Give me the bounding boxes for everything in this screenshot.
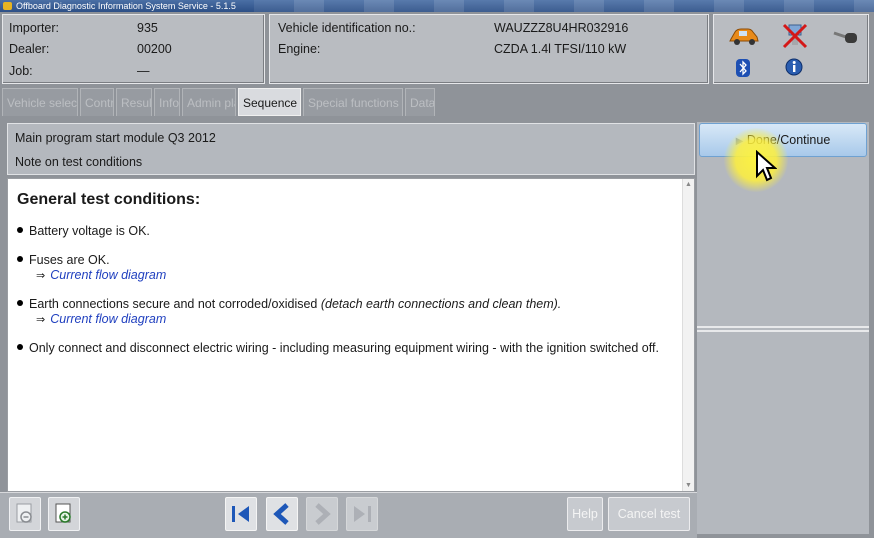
note-title: Note on test conditions [15,155,143,169]
bullet-icon [17,256,23,262]
main-tab-bar: Vehicle selection Control Results Info A… [0,86,874,118]
test-header-panel: Main program start module Q3 2012 Note o… [7,123,695,175]
dealer-value: 00200 [137,42,172,56]
title-bar: Offboard Diagnostic Information System S… [0,0,874,12]
bullet-icon [17,227,23,233]
disconnected-plug-icon[interactable] [780,21,810,51]
car-icon[interactable] [728,25,760,47]
status-icon-panel [713,14,869,84]
window-title: Offboard Diagnostic Information System S… [16,1,236,11]
tab-special-functions[interactable]: Special functions [303,88,403,116]
tab-data[interactable]: Data [405,88,435,116]
program-title: Main program start module Q3 2012 [15,131,216,145]
flow-diagram-link[interactable]: ⇒ Current flow diagram [36,312,166,326]
test-instructions-panel: General test conditions: Battery voltage… [7,178,695,492]
bullet-icon [17,300,23,306]
chevron-left-icon [273,503,289,525]
bullet-icon [17,344,23,350]
previous-step-button[interactable] [266,497,298,531]
app-icon [3,2,12,10]
tab-info[interactable]: Info [154,88,180,116]
first-step-button[interactable] [225,497,257,531]
tab-control[interactable]: Control [80,88,114,116]
arrow-right-icon: ⇒ [36,270,46,282]
vehicle-info-panel: Vehicle identification no.: WAUZZZ8U4HR0… [269,14,709,84]
arrow-right-icon: ⇒ [36,314,46,326]
last-step-button[interactable] [346,497,378,531]
list-item: Fuses are OK. [17,253,110,267]
job-label: Job: [9,64,33,78]
info-icon[interactable] [785,58,803,76]
title-bar-background [254,0,874,12]
list-item: Only connect and disconnect electric wir… [17,341,659,355]
zoom-in-button[interactable] [48,497,80,531]
dealer-label: Dealer: [9,42,50,56]
zoom-out-icon [16,503,32,523]
vertical-scrollbar[interactable]: ▲ ▼ [682,179,694,491]
skip-to-end-icon [354,506,371,522]
vin-label: Vehicle identification no.: [278,21,416,35]
section-heading: General test conditions: [17,191,201,208]
tab-vehicle-selection[interactable]: Vehicle selection [2,88,78,116]
list-item: Battery voltage is OK. [17,224,150,238]
scroll-up-icon[interactable]: ▲ [685,181,692,188]
zoom-in-icon [55,503,71,523]
engine-value: CZDA 1.4l TFSI/110 kW [494,42,627,56]
dealer-info-panel: Importer: 935 Dealer: 00200 Job: — [2,14,265,84]
importer-label: Importer: [9,21,60,35]
engine-label: Engine: [278,42,321,56]
mouse-cursor-icon [756,150,777,182]
cancel-test-button[interactable]: Cancel test [608,497,690,531]
divider [697,326,869,328]
job-value: — [137,64,150,78]
next-step-button[interactable] [306,497,338,531]
importer-value: 935 [137,21,158,35]
chevron-right-icon [315,503,331,525]
help-button[interactable]: Help [567,497,603,531]
bluetooth-icon[interactable] [736,59,750,77]
vin-value: WAUZZZ8U4HR032916 [494,21,629,35]
action-panel-lower [697,330,869,534]
skip-to-start-icon [232,506,249,522]
scroll-down-icon[interactable]: ▼ [685,482,692,489]
flow-diagram-link[interactable]: ⇒ Current flow diagram [36,268,166,282]
list-item: Earth connections secure and not corrode… [17,297,561,311]
tab-sequence[interactable]: Sequence [238,88,301,116]
bottom-toolbar: Help Cancel test [0,492,697,538]
tab-admin-plan[interactable]: Admin plan [182,88,236,116]
zoom-out-button[interactable] [9,497,41,531]
tab-results[interactable]: Results [116,88,152,116]
key-icon[interactable] [832,27,860,47]
